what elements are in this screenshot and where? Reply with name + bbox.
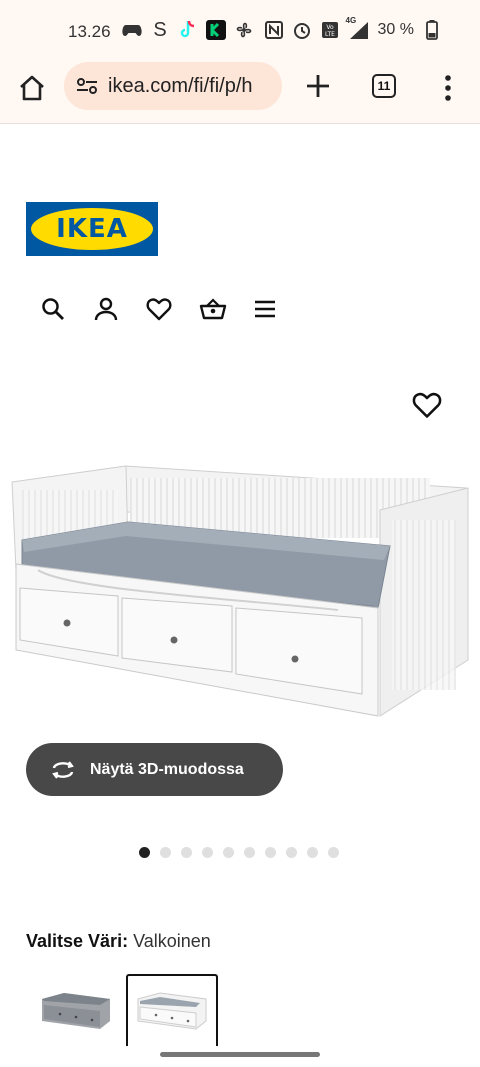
product-image[interactable]: [8, 460, 474, 720]
view-3d-label: Näytä 3D-muodossa: [90, 760, 244, 778]
new-tab-button[interactable]: [302, 70, 334, 102]
volte-icon: Vo LTE: [320, 20, 340, 40]
battery-icon: [422, 20, 442, 40]
status-time: 13.26: [68, 22, 111, 41]
signal-icon: 4G: [346, 16, 370, 40]
carousel-dot[interactable]: [160, 847, 171, 858]
alarm-icon: [292, 20, 312, 40]
system-status: Vo LTE 4G 30 %: [264, 16, 442, 40]
search-icon[interactable]: [40, 296, 66, 322]
fan-icon: [234, 20, 254, 40]
nfc-icon: [264, 20, 284, 40]
status-bar: 13.26 S Vo LTE 4G 30 %: [0, 0, 480, 62]
wishlist-icon[interactable]: [146, 296, 172, 322]
notification-icons: S: [122, 18, 254, 41]
logo-text: IKEA: [56, 214, 128, 244]
heart-icon: [412, 392, 442, 418]
s-app-icon: S: [153, 18, 167, 41]
battery-percent: 30 %: [377, 21, 414, 38]
menu-icon[interactable]: [252, 296, 278, 322]
url-text: ikea.com/fi/fi/p/h: [108, 74, 253, 97]
carousel-dot[interactable]: [286, 847, 297, 858]
color-value: Valkoinen: [133, 931, 211, 951]
carousel-dot[interactable]: [181, 847, 192, 858]
color-swatch-white[interactable]: [126, 974, 218, 1046]
color-prompt: Valitse Väri:: [26, 931, 129, 951]
account-icon[interactable]: [93, 296, 119, 322]
basket-icon[interactable]: [199, 296, 227, 322]
color-swatch-grey[interactable]: [30, 974, 122, 1048]
network-type: 4G: [345, 16, 357, 25]
home-button[interactable]: [16, 72, 48, 104]
browser-toolbar: ikea.com/fi/fi/p/h 11: [0, 62, 480, 124]
browser-menu-button[interactable]: [440, 72, 456, 104]
color-selection-label: Valitse Väri: Valkoinen: [26, 931, 211, 952]
carousel-dot[interactable]: [265, 847, 276, 858]
rotate-3d-icon: [52, 760, 74, 779]
carousel-dot[interactable]: [307, 847, 318, 858]
kickstarter-icon: [206, 20, 226, 40]
svg-text:Vo: Vo: [326, 24, 334, 31]
carousel-dot[interactable]: [244, 847, 255, 858]
site-settings-icon[interactable]: [76, 76, 98, 96]
game-controller-icon: [122, 20, 142, 40]
svg-text:LTE: LTE: [325, 31, 335, 38]
carousel-dot[interactable]: [223, 847, 234, 858]
more-vert-icon: [445, 75, 451, 101]
save-to-wishlist-button[interactable]: [412, 390, 442, 420]
carousel-dot[interactable]: [328, 847, 339, 858]
carousel-dot[interactable]: [202, 847, 213, 858]
tab-switcher-button[interactable]: 11: [372, 74, 396, 98]
gesture-home-bar[interactable]: [160, 1052, 320, 1057]
view-3d-button[interactable]: Näytä 3D-muodossa: [26, 743, 283, 796]
address-bar[interactable]: ikea.com/fi/fi/p/h: [64, 62, 282, 110]
carousel-dots: [139, 847, 339, 858]
logo-oval: IKEA: [31, 208, 153, 250]
plus-icon: [307, 75, 329, 97]
home-icon: [20, 75, 44, 101]
site-nav: [40, 296, 278, 322]
carousel-dot[interactable]: [139, 847, 150, 858]
ikea-logo[interactable]: IKEA: [26, 202, 158, 256]
tiktok-icon: [178, 20, 198, 40]
